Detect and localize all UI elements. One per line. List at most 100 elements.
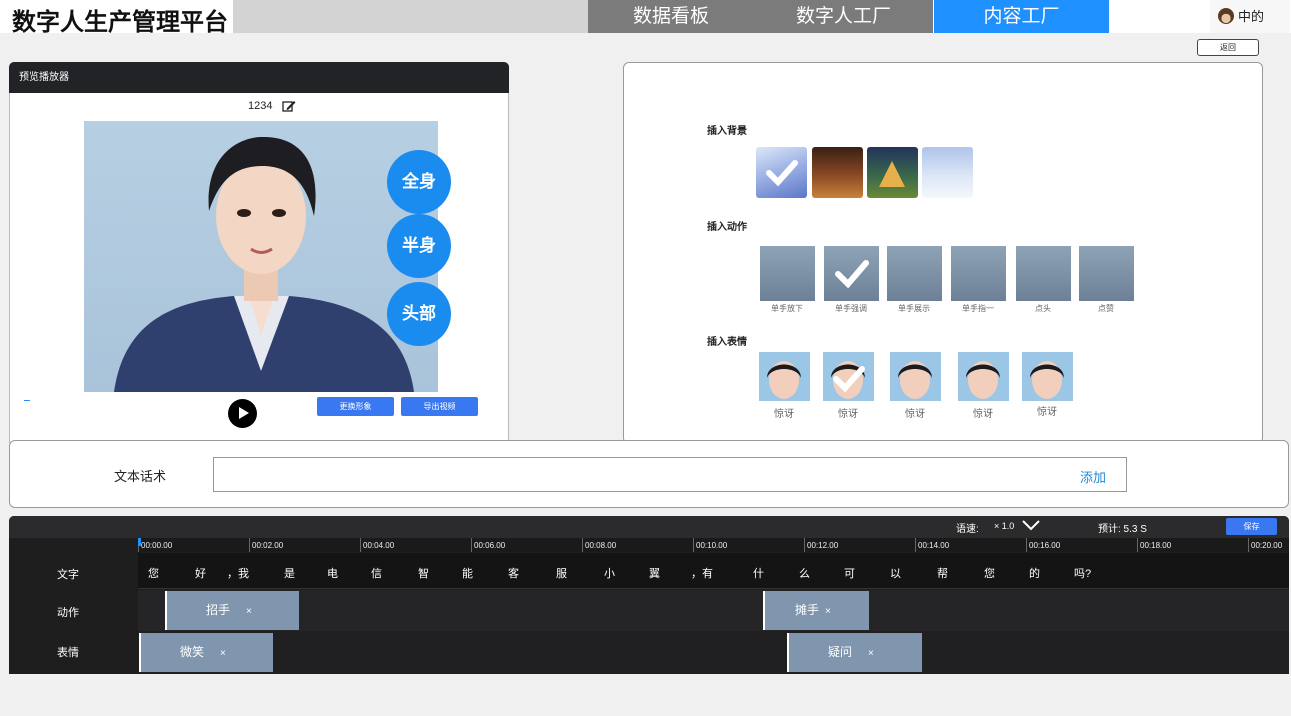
- time-tick: 00:10.00: [693, 538, 727, 552]
- text-char: 智: [418, 568, 429, 580]
- expression-track: 微笑 × 疑问 ×: [138, 631, 1289, 674]
- save-button[interactable]: 保存: [1226, 518, 1277, 535]
- tab-digital-human-factory[interactable]: 数字人工厂: [754, 0, 933, 33]
- text-char: 能: [462, 568, 473, 580]
- text-char: 帮: [937, 568, 948, 580]
- video-title: 1234: [248, 100, 273, 112]
- background-thumb-night-tent[interactable]: [867, 147, 918, 198]
- user-menu[interactable]: 中的: [1210, 0, 1290, 33]
- estimated-duration: 预计: 5.3 S: [1098, 524, 1147, 535]
- background-thumb-cozy-room[interactable]: [812, 147, 863, 198]
- time-tick: 00:16.00: [1026, 538, 1060, 552]
- action-thumb-2[interactable]: [824, 246, 879, 301]
- time-tick: 00:20.00: [1248, 538, 1282, 552]
- export-video-button[interactable]: 导出视频: [401, 397, 478, 416]
- face-illustration: [831, 361, 865, 399]
- change-avatar-button[interactable]: 更换形象: [317, 397, 394, 416]
- action-clip[interactable]: 招手 ×: [166, 591, 299, 630]
- expression-clip[interactable]: 疑问 ×: [788, 633, 922, 672]
- text-char: 客: [508, 568, 519, 580]
- close-icon[interactable]: ×: [220, 648, 226, 659]
- action-caption: 点赞: [1098, 304, 1114, 313]
- clip-edge[interactable]: [787, 633, 789, 672]
- action-track: 招手 × 摊手 ×: [138, 590, 1289, 631]
- action-clip[interactable]: 摊手 ×: [764, 591, 869, 630]
- app-title: 数字人生产管理平台: [12, 9, 228, 36]
- edit-icon[interactable]: [282, 100, 296, 112]
- text-char: 以: [890, 568, 901, 580]
- expression-caption: 惊讶: [774, 409, 794, 420]
- expression-thumb-5[interactable]: [1022, 352, 1073, 401]
- tab-data-dashboard[interactable]: 数据看板: [588, 0, 754, 33]
- action-caption: 单手强调: [835, 304, 867, 313]
- time-tick: 00:04.00: [360, 538, 394, 552]
- background-thumb-snow-mountain[interactable]: [756, 147, 807, 198]
- timeline-toolbar: [9, 516, 1289, 538]
- expression-clip[interactable]: 微笑 ×: [140, 633, 273, 672]
- background-section-label: 插入背景: [707, 126, 747, 137]
- playhead[interactable]: [138, 538, 141, 546]
- play-button[interactable]: [228, 399, 257, 428]
- close-icon[interactable]: ×: [246, 606, 252, 617]
- action-thumb-4[interactable]: [951, 246, 1006, 301]
- text-char: 么: [799, 568, 810, 580]
- full-body-button[interactable]: 全身: [387, 150, 451, 214]
- expression-caption: 惊讶: [838, 409, 858, 420]
- speed-label: 语速:: [956, 524, 979, 535]
- face-illustration: [1030, 361, 1064, 399]
- action-caption: 单手指一: [962, 304, 994, 313]
- time-tick: 00:08.00: [582, 538, 616, 552]
- clip-edge[interactable]: [165, 591, 167, 630]
- action-caption: 单手放下: [771, 304, 803, 313]
- add-button[interactable]: 添加: [1080, 467, 1106, 486]
- action-thumb-5[interactable]: [1016, 246, 1071, 301]
- text-char: 是: [284, 568, 295, 580]
- progress-indicator: [24, 400, 30, 401]
- close-icon[interactable]: ×: [825, 606, 831, 617]
- text-char: 吗?: [1074, 568, 1092, 580]
- face-illustration: [767, 361, 801, 399]
- action-thumb-6[interactable]: [1079, 246, 1134, 301]
- tab-content-factory[interactable]: 内容工厂: [934, 0, 1109, 33]
- action-thumb-3[interactable]: [887, 246, 942, 301]
- expression-thumb-3[interactable]: [890, 352, 941, 401]
- text-char: 的: [1029, 568, 1040, 580]
- text-char: 电: [327, 568, 338, 580]
- text-char: 什: [753, 568, 764, 580]
- clip-label: 招手: [206, 603, 231, 617]
- expression-caption: 惊讶: [973, 409, 993, 420]
- expression-thumb-2[interactable]: [823, 352, 874, 401]
- back-button[interactable]: 返回: [1197, 39, 1259, 56]
- speed-value[interactable]: × 1.0: [994, 521, 1014, 531]
- clip-edge[interactable]: [763, 591, 765, 630]
- background-thumb-snow-house[interactable]: [922, 147, 973, 198]
- half-body-button[interactable]: 半身: [387, 214, 451, 278]
- check-icon: [835, 260, 869, 289]
- text-char: 可: [844, 568, 855, 580]
- preview-panel-title: 预览播放器: [9, 62, 509, 93]
- expression-thumb-1[interactable]: [759, 352, 810, 401]
- text-char: 信: [371, 568, 382, 580]
- text-char: ，有: [691, 568, 713, 580]
- expression-caption: 惊讶: [1037, 407, 1057, 418]
- track-label-expression: 表情: [57, 647, 79, 659]
- script-text-label: 文本话术: [114, 469, 167, 484]
- script-text-input[interactable]: [213, 457, 1127, 492]
- action-thumb-1[interactable]: [760, 246, 815, 301]
- action-section-label: 插入动作: [707, 222, 747, 233]
- asset-panel: [623, 62, 1263, 444]
- time-tick: 00:18.00: [1137, 538, 1171, 552]
- time-tick: 00:06.00: [471, 538, 505, 552]
- expression-section-label: 插入表情: [707, 337, 747, 348]
- time-tick: 00:00.00: [138, 538, 172, 552]
- head-shot-button[interactable]: 头部: [387, 282, 451, 346]
- chevron-down-icon[interactable]: [1021, 519, 1041, 531]
- time-ruler[interactable]: 00:00.00 00:02.00 00:04.00 00:06.00 00:0…: [138, 538, 1289, 552]
- close-icon[interactable]: ×: [868, 648, 874, 659]
- header-spacer: [233, 0, 588, 33]
- expression-thumb-4[interactable]: [958, 352, 1009, 401]
- face-illustration: [966, 361, 1000, 399]
- text-char: 翼: [649, 568, 660, 580]
- clip-edge[interactable]: [139, 633, 141, 672]
- avatar: [1218, 8, 1234, 24]
